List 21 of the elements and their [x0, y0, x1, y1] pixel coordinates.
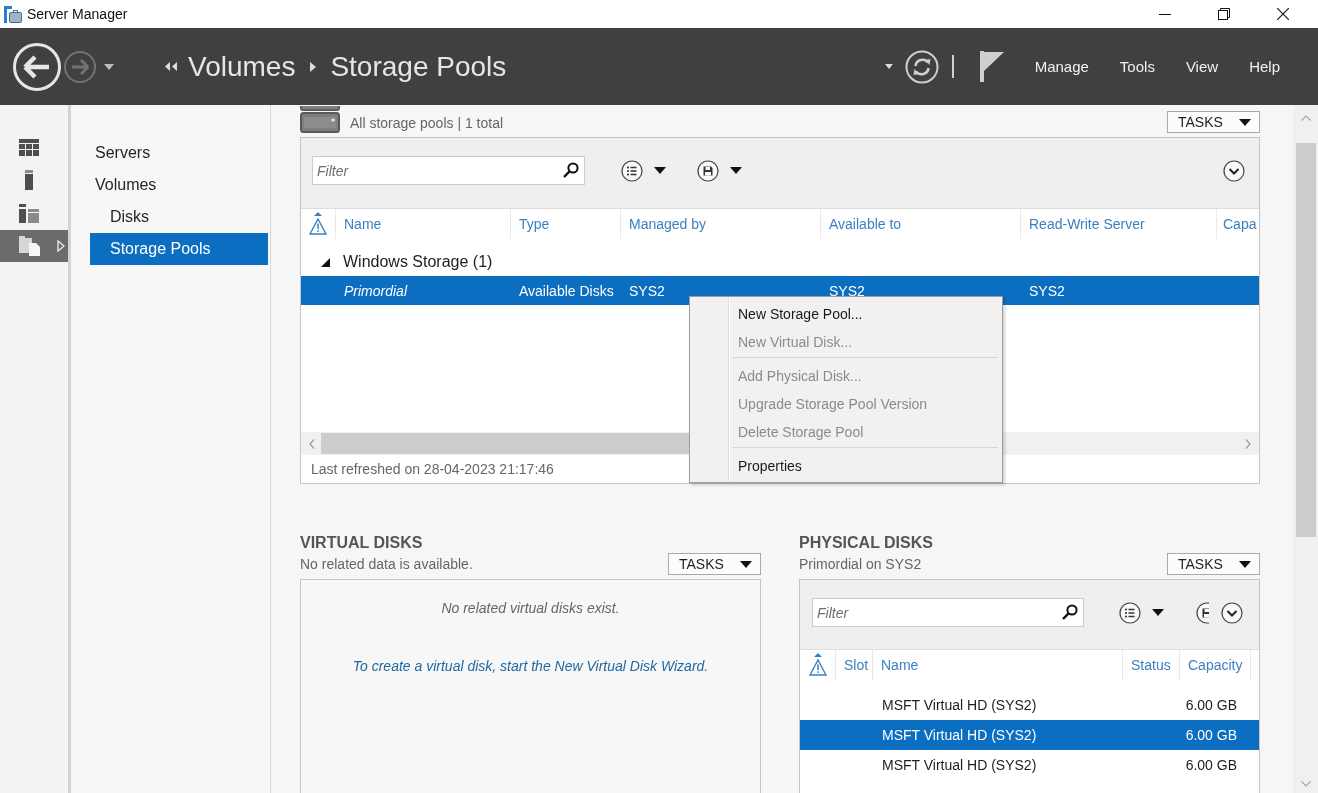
table-cell: 6.00 GB [1185, 727, 1237, 743]
section-title: PHYSICAL DISKS [799, 533, 934, 553]
section-subtitle: All storage pools | 1 total [350, 114, 504, 133]
table-cell: SYS2 [829, 282, 865, 299]
table-cell: Primordial [344, 282, 407, 299]
table-cell: SYS2 [629, 282, 665, 299]
table-cell: MSFT Virtual HD (SYS2) [882, 727, 1037, 743]
table-cell: Available Disks [519, 282, 614, 299]
table-cell: 6.00 GB [1185, 697, 1237, 713]
table-cell: 6.00 GB [1185, 757, 1237, 773]
section-subtitle: Primordial on SYS2 [799, 555, 922, 573]
breadcrumb-current: Storage Pools [330, 50, 507, 83]
section-title: VIRTUAL DISKS [300, 533, 424, 553]
group-label: Windows Storage (1) [343, 253, 493, 271]
table-cell: SYS2 [1029, 282, 1065, 299]
table-cell: MSFT Virtual HD (SYS2) [882, 697, 1037, 713]
empty-message: No related virtual disks exist. [441, 599, 620, 617]
window-title: Server Manager [27, 6, 128, 22]
section-subtitle: No related data is available. [300, 555, 473, 573]
table-cell: MSFT Virtual HD (SYS2) [882, 757, 1037, 773]
status-text: Last refreshed on 28-04-2023 21:17:46 [311, 461, 554, 477]
